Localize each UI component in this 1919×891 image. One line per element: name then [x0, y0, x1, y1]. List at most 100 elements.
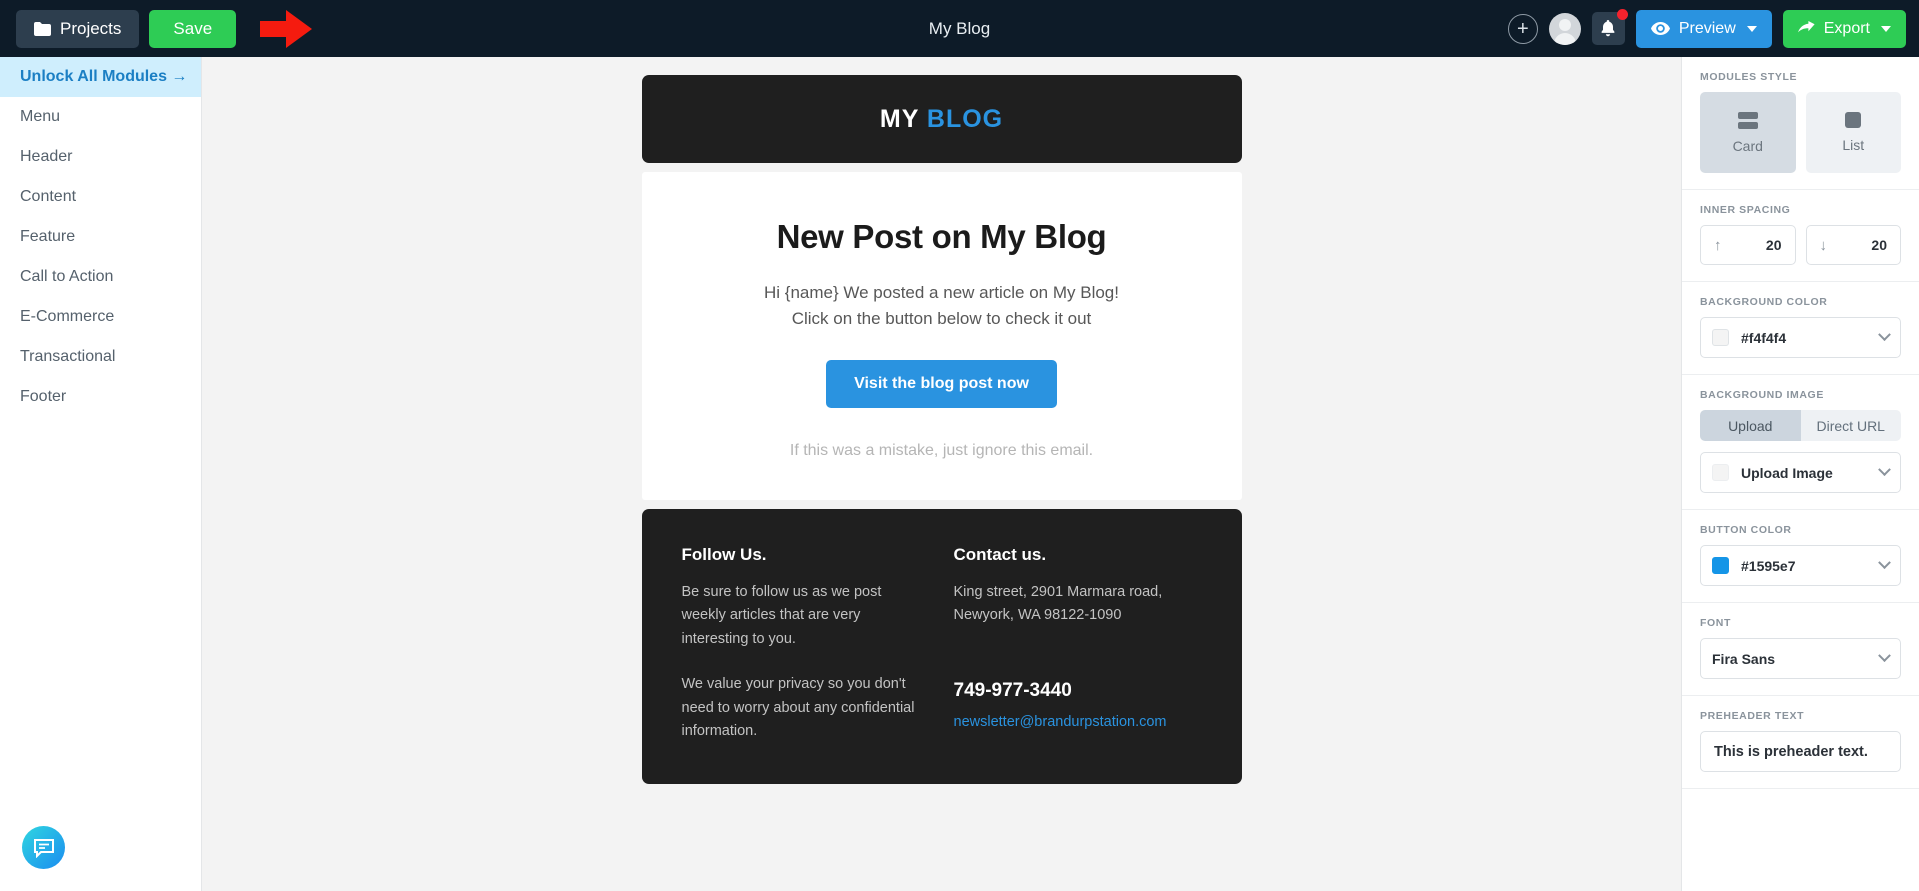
tab-direct-url[interactable]: Direct URL: [1800, 410, 1901, 441]
modules-style-list-label: List: [1842, 137, 1865, 153]
sidebar-item-menu[interactable]: Menu: [0, 97, 201, 137]
email-heading: New Post on My Blog: [776, 218, 1107, 255]
footer-column-contact: Contact us. King street, 2901 Marmara ro…: [954, 545, 1202, 744]
spacing-bottom-input[interactable]: ↓ 20: [1805, 225, 1901, 265]
toolbar-left-group: Projects Save: [0, 7, 314, 51]
sidebar-item-e-commerce[interactable]: E-Commerce: [0, 297, 201, 337]
section-inner-spacing: INNER SPACING ↑ 20 ↓ 20: [1682, 190, 1919, 282]
background-color-swatch: [1712, 329, 1729, 346]
button-color-select[interactable]: #1595e7: [1700, 545, 1901, 586]
sidebar-item-label: Menu: [20, 108, 61, 125]
sidebar-item-footer[interactable]: Footer: [0, 377, 201, 417]
sidebar-item-label: E-Commerce: [20, 308, 115, 325]
font-label: FONT: [1700, 617, 1731, 629]
bell-icon: [1601, 20, 1615, 37]
section-button-color: BUTTON COLOR #1595e7: [1682, 510, 1919, 603]
sidebar-item-label: Footer: [20, 388, 67, 405]
button-color-label: BUTTON COLOR: [1700, 524, 1792, 536]
chat-bubble-icon: [33, 838, 54, 858]
email-header-module[interactable]: MY BLOG: [641, 75, 1242, 163]
email-template: MY BLOG New Post on My Blog Hi {name} We…: [641, 75, 1242, 784]
font-select[interactable]: Fira Sans: [1700, 638, 1901, 679]
footer-address-line-1: King street, 2901 Marmara road,: [953, 583, 1163, 600]
footer-column-follow: Follow Us. Be sure to follow us as we po…: [682, 545, 918, 744]
sidebar-item-unlock-all-modules[interactable]: Unlock All Modules →: [0, 57, 201, 97]
chevron-down-icon: [1746, 25, 1757, 32]
eye-icon: [1650, 22, 1670, 35]
footer-follow-text: Be sure to follow us as we post weekly a…: [681, 583, 882, 647]
footer-email-link[interactable]: newsletter@brandurpstation.com: [954, 714, 1202, 730]
upload-image-select[interactable]: Upload Image: [1700, 452, 1901, 493]
sidebar-item-content[interactable]: Content: [0, 177, 201, 217]
tab-upload[interactable]: Upload: [1700, 410, 1801, 441]
sidebar-item-feature[interactable]: Feature: [0, 217, 201, 257]
email-canvas: MY BLOG New Post on My Blog Hi {name} We…: [202, 57, 1681, 891]
export-button[interactable]: Export: [1782, 9, 1906, 48]
section-preheader-text: PREHEADER TEXT This is preheader text.: [1682, 696, 1919, 789]
preview-button[interactable]: Preview: [1635, 9, 1772, 48]
settings-panel: MODULES STYLE Card List INNER SPACING ↑ …: [1681, 57, 1919, 891]
footer-phone: 749-977-3440: [953, 679, 1072, 701]
font-value: Fira Sans: [1712, 650, 1776, 667]
sidebar-item-label: Unlock All Modules →: [20, 68, 188, 85]
add-button[interactable]: +: [1507, 13, 1538, 44]
logo-text-primary: MY: [879, 104, 919, 133]
spacing-top-value: 20: [1765, 237, 1782, 253]
background-image-source-tabs: Upload Direct URL: [1700, 410, 1901, 441]
chevron-down-icon: [1878, 556, 1891, 570]
spacing-top-input[interactable]: ↑ 20: [1700, 225, 1796, 265]
sidebar-item-label: Feature: [20, 228, 76, 245]
email-disclaimer: If this was a mistake, just ignore this …: [789, 441, 1094, 459]
annotation-arrow-icon: [260, 9, 313, 48]
notification-badge: [1616, 9, 1628, 20]
modules-style-card-option[interactable]: Card: [1700, 92, 1796, 173]
top-toolbar: Projects Save My Blog + Preview Export: [0, 0, 1919, 57]
email-cta-button[interactable]: Visit the blog post now: [826, 359, 1057, 408]
card-layout-icon: [1737, 111, 1758, 129]
sidebar-item-label: Content: [20, 188, 77, 205]
background-color-select[interactable]: #f4f4f4: [1700, 317, 1901, 358]
chevron-down-icon: [1881, 25, 1891, 32]
email-content-module[interactable]: New Post on My Blog Hi {name} We posted …: [641, 172, 1242, 500]
section-modules-style: MODULES STYLE Card List: [1682, 57, 1919, 190]
save-button[interactable]: Save: [149, 9, 237, 48]
modules-style-options: Card List: [1700, 92, 1901, 173]
projects-button[interactable]: Projects: [16, 9, 140, 48]
sidebar-item-header[interactable]: Header: [0, 137, 201, 177]
toolbar-right-group: + Preview Export: [1507, 0, 1906, 57]
projects-button-label: Projects: [60, 18, 122, 38]
preheader-label: PREHEADER TEXT: [1700, 710, 1805, 722]
preheader-input[interactable]: This is preheader text.: [1700, 731, 1901, 772]
notifications-button[interactable]: [1591, 9, 1628, 45]
background-image-label: BACKGROUND IMAGE: [1700, 389, 1824, 401]
background-color-value: #f4f4f4: [1741, 329, 1787, 346]
email-logo: MY BLOG: [880, 105, 1003, 134]
chevron-down-icon: [1878, 649, 1891, 663]
modules-style-list-option[interactable]: List: [1805, 92, 1901, 173]
footer-privacy-text: We value your privacy so you don't need …: [681, 676, 915, 740]
button-color-swatch: [1712, 557, 1729, 574]
upload-image-thumbnail: [1712, 464, 1729, 481]
footer-follow-heading: Follow Us.: [681, 544, 767, 564]
export-button-label: Export: [1823, 19, 1870, 37]
sidebar-item-transactional[interactable]: Transactional: [0, 337, 201, 377]
share-arrow-icon: [1797, 21, 1815, 33]
sidebar-item-call-to-action[interactable]: Call to Action: [0, 257, 201, 297]
footer-contact-heading: Contact us.: [953, 544, 1047, 564]
avatar[interactable]: [1548, 12, 1581, 45]
spacing-bottom-value: 20: [1871, 237, 1887, 253]
modules-style-card-label: Card: [1732, 137, 1763, 154]
inner-spacing-label: INNER SPACING: [1700, 204, 1791, 216]
footer-address: King street, 2901 Marmara road, Newyork,…: [954, 581, 1202, 628]
inner-spacing-controls: ↑ 20 ↓ 20: [1700, 225, 1901, 265]
folder-icon: [34, 21, 51, 36]
chevron-down-icon: [1878, 328, 1891, 342]
sidebar-item-label: Header: [20, 148, 73, 165]
email-footer-module[interactable]: Follow Us. Be sure to follow us as we po…: [641, 508, 1242, 784]
logo-text-accent: BLOG: [926, 104, 1004, 133]
section-background-color: BACKGROUND COLOR #f4f4f4: [1682, 282, 1919, 375]
upload-image-value: Upload Image: [1741, 464, 1833, 481]
chat-widget-button[interactable]: [22, 826, 65, 869]
sidebar-item-label: Call to Action: [20, 268, 114, 285]
list-layout-icon: [1845, 112, 1862, 128]
